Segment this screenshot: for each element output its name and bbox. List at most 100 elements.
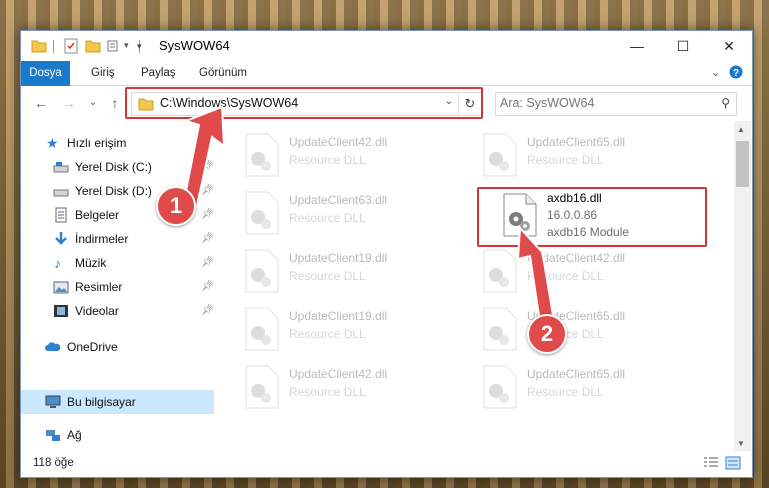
search-icon[interactable]: ⚲ [721,96,730,110]
sidebar-item-music[interactable]: ♪ Müzik 📌︎ [21,251,214,275]
sidebar-item-local-disk-c[interactable]: Yerel Disk (C:) 📌︎ [21,155,214,179]
large-icons-view-icon[interactable] [725,456,741,470]
details-view-icon[interactable] [703,456,719,470]
minimize-button[interactable]: — [614,31,660,61]
cloud-icon [45,342,61,351]
callout-badge-2: 2 [527,314,567,354]
dll-file-icon [483,307,517,351]
file-name: UpdateClient63.dll [289,193,388,207]
sidebar-item-network[interactable]: Ağ [21,423,214,447]
file-item[interactable]: UpdateClient19.dll Resource DLL [244,303,464,357]
dll-file-icon [245,249,279,293]
file-item[interactable]: UpdateClient42.dll Resource DLL [244,361,464,415]
file-type: Resource DLL [527,385,604,399]
ribbon-tabs: Dosya Giriş Paylaş Görünüm ⌄ ? [21,61,752,115]
file-type: Resource DLL [527,269,604,283]
file-type: Resource DLL [289,153,366,167]
music-icon: ♪ [54,255,61,271]
dll-file-icon [245,307,279,351]
chevron-down-icon[interactable]: ⌄ [711,66,720,79]
pin-icon[interactable]: 📌︎ [201,155,214,179]
network-icon [46,430,60,441]
customize-toolbar-icon[interactable] [107,38,123,54]
sidebar-item-label: Ağ [67,428,82,442]
search-box[interactable]: ⚲ [495,92,737,116]
file-name: UpdateClient42.dll [289,135,388,149]
sidebar-item-this-pc[interactable]: Bu bilgisayar [21,390,214,414]
sidebar-item-label: Videolar [75,304,119,318]
new-folder-icon[interactable] [85,38,101,54]
up-button[interactable]: ↑ [107,95,123,111]
sidebar-item-onedrive[interactable]: OneDrive [21,335,214,359]
search-input[interactable] [500,95,700,111]
sidebar-item-pictures[interactable]: Resimler 📌︎ [21,275,214,299]
computer-icon [45,395,61,408]
maximize-button[interactable]: ☐ [660,31,706,61]
file-list: UpdateClient42.dll Resource DLL UpdateCl… [214,121,734,451]
properties-icon[interactable] [63,38,79,54]
file-item[interactable]: UpdateClient42.dll Resource DLL [244,129,464,183]
pin-icon[interactable]: 📌︎ [201,251,214,275]
sidebar-item-quick-access[interactable]: ★ Hızlı erişim [21,131,214,155]
scroll-up-icon[interactable]: ▲ [737,125,745,134]
navigation-pane: ★ Hızlı erişim Yerel Disk (C:) 📌︎ Yerel … [21,121,214,451]
pin-icon[interactable]: 📌︎ [201,299,214,323]
navigation-bar: ← → ⌄ ↑ C:\Windows\SysWOW64 ⌄ ↻ ⚲ [21,86,752,120]
drive-icon [53,189,69,197]
file-highlight-box [477,187,707,247]
sidebar-item-videos[interactable]: Videolar 📌︎ [21,299,214,323]
file-name: UpdateClient19.dll [289,251,388,265]
file-item[interactable]: UpdateClient65.dll Resource DLL [482,361,702,415]
star-icon: ★ [46,135,59,151]
file-type: Resource DLL [289,211,366,225]
close-button[interactable]: ✕ [706,31,752,61]
dll-file-icon [483,365,517,409]
title-separator [53,40,54,53]
file-type: Resource DLL [527,153,604,167]
documents-icon [55,207,67,223]
vertical-scrollbar[interactable]: ▲ ▼ [734,121,751,451]
pictures-icon [53,281,69,294]
help-icon[interactable]: ? [729,65,743,79]
scrollbar-thumb[interactable] [736,141,749,187]
file-item[interactable]: UpdateClient42.dll Resource DLL [482,245,702,299]
pin-icon[interactable]: 📌︎ [201,203,214,227]
pin-icon[interactable]: 📌︎ [201,227,214,251]
file-name: UpdateClient65.dll [527,135,626,149]
dll-file-icon [483,133,517,177]
dll-file-icon [245,365,279,409]
forward-button[interactable]: → [61,95,77,111]
back-button[interactable]: ← [33,95,49,111]
file-name: UpdateClient42.dll [527,251,626,265]
file-item[interactable]: UpdateClient65.dll Resource DLL [482,129,702,183]
folder-icon [31,40,47,53]
tab-paylas[interactable]: Paylaş [131,61,186,85]
file-type: Resource DLL [289,327,366,341]
file-item[interactable]: UpdateClient63.dll Resource DLL [244,187,464,241]
sidebar-item-downloads[interactable]: İndirmeler 📌︎ [21,227,214,251]
dll-file-icon [245,133,279,177]
pin-icon[interactable]: 📌︎ [201,179,214,203]
drive-icon [53,162,69,173]
sidebar-item-label: Bu bilgisayar [67,395,136,409]
dll-file-icon [483,249,517,293]
scroll-down-icon[interactable]: ▼ [737,439,745,448]
sidebar-item-label: Yerel Disk (D:) [75,184,152,198]
item-count: 118 öğe [33,457,74,469]
svg-text:?: ? [733,68,739,79]
sidebar-item-label: Belgeler [75,208,120,222]
videos-icon [54,305,68,317]
status-bar: 118 öğe [21,451,752,477]
file-item[interactable]: UpdateClient19.dll Resource DLL [244,245,464,299]
file-type: Resource DLL [289,385,366,399]
window-title: SysWOW64 [159,38,230,53]
file-item[interactable]: UpdateClient65.dll Resource DLL [482,303,702,357]
file-name: UpdateClient42.dll [289,367,388,381]
title-bar: ▾ ▾ SysWOW64 — ☐ ✕ [21,31,752,61]
pin-icon[interactable]: 📌︎ [201,275,214,299]
tab-giris[interactable]: Giriş [81,61,125,85]
tab-gorunum[interactable]: Görünüm [189,61,257,85]
callout-badge-1: 1 [156,186,196,226]
recent-locations-button[interactable]: ⌄ [85,95,101,111]
file-name: UpdateClient65.dll [527,367,626,381]
